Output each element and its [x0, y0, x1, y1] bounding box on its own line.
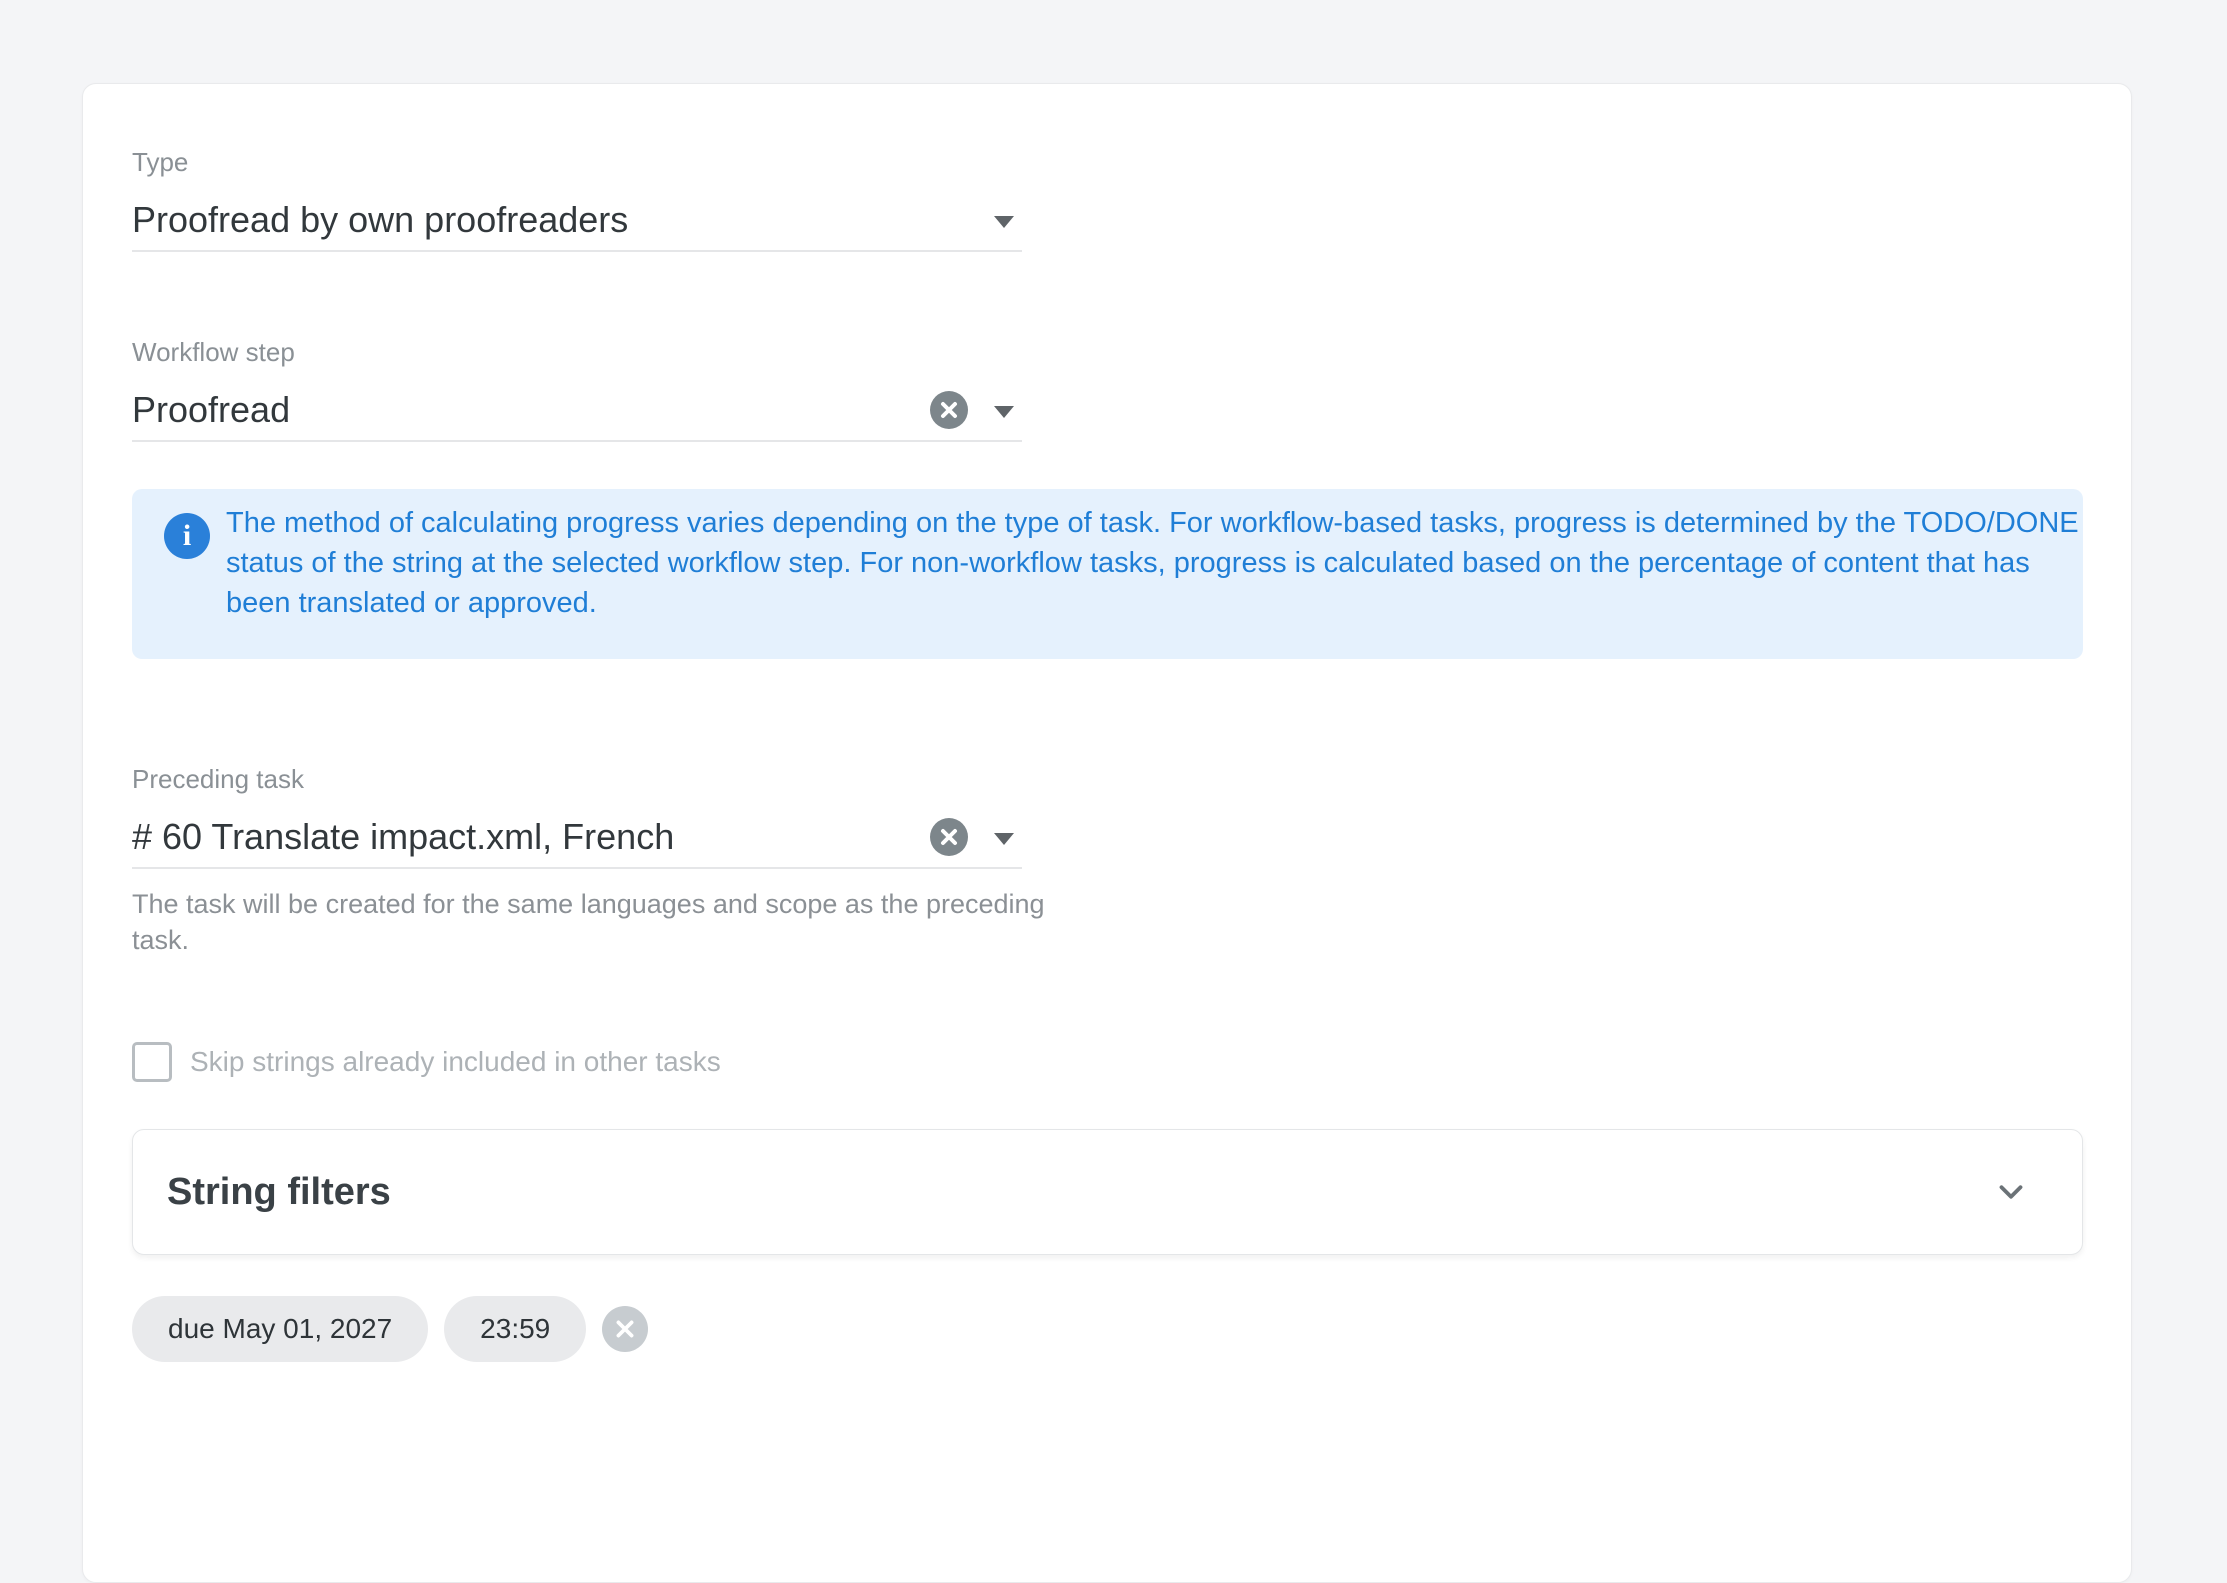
info-icon: i: [164, 513, 210, 559]
due-time-chip-label: 23:59: [480, 1313, 550, 1345]
due-date-chip-label: due May 01, 2027: [168, 1313, 392, 1345]
workflow-step-clear-icon[interactable]: [930, 391, 968, 429]
dropdown-arrow-icon: [994, 216, 1014, 228]
task-form-card: Type Proofread by own proofreaders Workf…: [82, 83, 2132, 1583]
progress-info-text: The method of calculating progress varie…: [226, 503, 2086, 623]
remove-due-date-icon[interactable]: [602, 1306, 648, 1352]
due-time-chip[interactable]: 23:59: [444, 1296, 586, 1362]
preceding-task-value: # 60 Translate impact.xml, French: [132, 816, 930, 858]
due-date-chip[interactable]: due May 01, 2027: [132, 1296, 428, 1362]
x-icon: [939, 827, 959, 847]
workflow-step-select[interactable]: Proofread: [132, 380, 1022, 442]
preceding-task-field: Preceding task # 60 Translate impact.xml…: [132, 763, 1022, 869]
workflow-step-label: Workflow step: [132, 336, 1022, 368]
checkbox-icon[interactable]: [132, 1042, 172, 1082]
string-filters-title: String filters: [167, 1171, 391, 1214]
preceding-task-label: Preceding task: [132, 763, 1022, 795]
string-filters-panel[interactable]: String filters: [132, 1129, 2083, 1255]
x-icon: [614, 1318, 636, 1340]
preceding-task-clear-icon[interactable]: [930, 818, 968, 856]
type-field: Type Proofread by own proofreaders: [132, 146, 1022, 252]
skip-strings-checkbox-row[interactable]: Skip strings already included in other t…: [132, 1042, 721, 1082]
type-select-value: Proofread by own proofreaders: [132, 199, 994, 241]
x-icon: [939, 400, 959, 420]
type-select[interactable]: Proofread by own proofreaders: [132, 190, 1022, 252]
progress-info-alert: i The method of calculating progress var…: [132, 489, 2083, 659]
chevron-down-icon[interactable]: [1992, 1173, 2030, 1211]
workflow-step-value: Proofread: [132, 389, 930, 431]
preceding-task-help-text: The task will be created for the same la…: [132, 886, 1072, 958]
preceding-task-select[interactable]: # 60 Translate impact.xml, French: [132, 807, 1022, 869]
dropdown-arrow-icon: [994, 406, 1014, 418]
dropdown-arrow-icon: [994, 833, 1014, 845]
skip-strings-checkbox-label: Skip strings already included in other t…: [190, 1046, 721, 1078]
workflow-step-field: Workflow step Proofread: [132, 336, 1022, 442]
type-field-label: Type: [132, 146, 1022, 178]
due-date-chips: due May 01, 2027 23:59: [132, 1296, 648, 1362]
